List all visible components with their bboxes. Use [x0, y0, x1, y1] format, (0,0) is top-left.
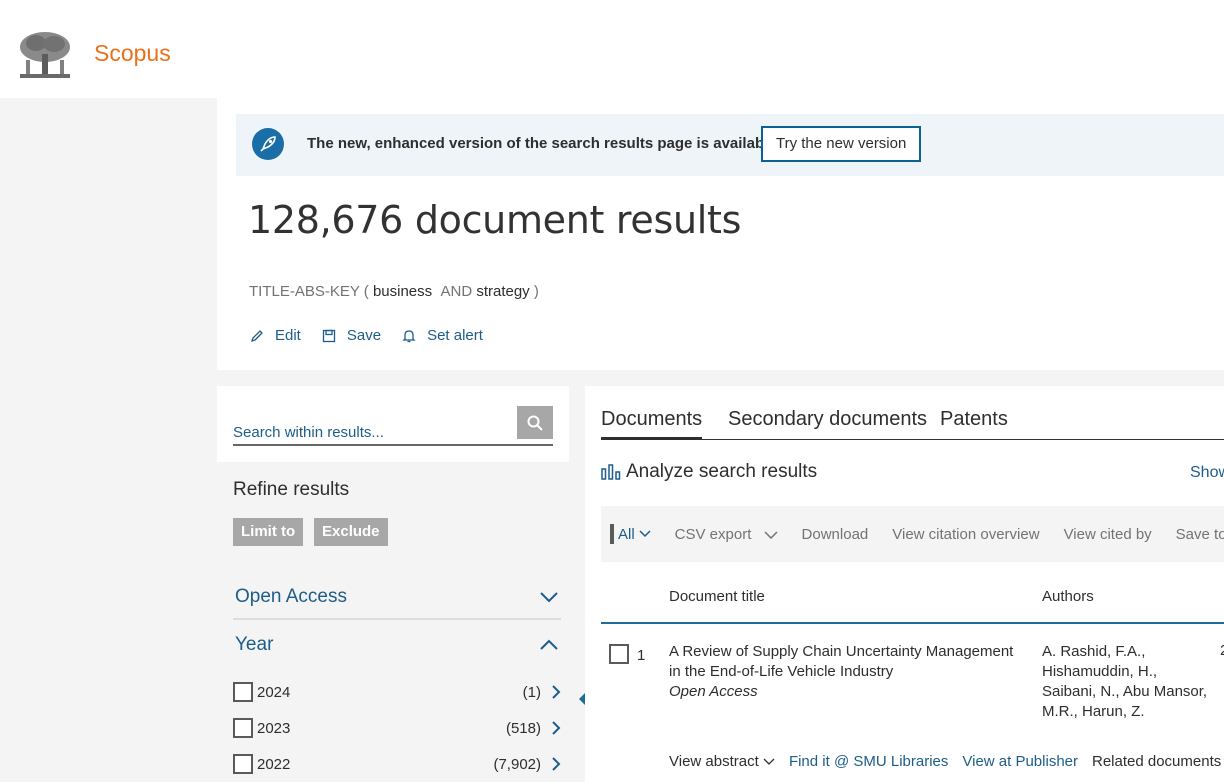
year-label: 2024 [257, 683, 291, 701]
results-toolbar: All CSV export Download View citation ov… [601, 506, 1224, 562]
column-authors[interactable]: Authors [1042, 588, 1094, 605]
pencil-icon [250, 329, 263, 342]
all-label: All [618, 525, 635, 543]
year-filter-row[interactable]: 2024 (1) [233, 680, 561, 704]
analyze-label: Analyze search results [626, 461, 818, 482]
view-at-publisher-link[interactable]: View at Publisher [962, 753, 1078, 770]
result-row-links: View abstract Find it @ SMU Libraries Vi… [669, 753, 1221, 770]
result-authors[interactable]: A. Rashid, F.A., Hishamuddin, H., Saiban… [1042, 642, 1214, 722]
related-documents-link[interactable]: Related documents [1092, 753, 1221, 770]
query-field: TITLE-ABS-KEY [249, 283, 360, 300]
chevron-down-icon [540, 592, 558, 603]
limit-to-button[interactable]: Limit to [233, 518, 304, 546]
csv-export-label: CSV export [674, 525, 752, 543]
query-term-1: business [372, 283, 433, 300]
bell-icon [402, 329, 416, 342]
view-abstract-label: View abstract [669, 753, 759, 770]
elsevier-tree-logo[interactable] [16, 30, 74, 82]
year-label: 2022 [257, 755, 291, 773]
view-cited-by-button[interactable]: View cited by [1064, 526, 1152, 543]
find-it-library-link[interactable]: Find it @ SMU Libraries [789, 753, 948, 770]
year-filter-row[interactable]: 2023 (518) [233, 716, 561, 740]
chevron-down-icon [639, 530, 651, 538]
header: Scopus [0, 0, 1224, 98]
search-within-box [217, 386, 569, 462]
facet-year[interactable]: Year [233, 624, 561, 666]
search-within-input[interactable] [233, 406, 553, 446]
facet-open-access-label: Open Access [235, 586, 347, 607]
tab-patents[interactable]: Patents [940, 408, 1008, 431]
results-panel: Documents Secondary documents Patents An… [585, 386, 1224, 782]
query-term-2: strategy [476, 283, 530, 300]
open-access-label: Open Access [669, 683, 758, 700]
result-tabs: Documents Secondary documents Patents [601, 386, 1224, 440]
view-citation-overview-button[interactable]: View citation overview [892, 526, 1039, 543]
show-link[interactable]: Show [1190, 464, 1224, 482]
year-count: (518) [505, 719, 541, 737]
save-icon [322, 329, 336, 342]
year-label: 2023 [257, 719, 291, 737]
save-search-button[interactable]: Save [321, 327, 381, 344]
set-alert-button[interactable]: Set alert [401, 327, 483, 344]
query-operator: AND [440, 283, 473, 300]
chevron-down-icon [763, 758, 775, 765]
select-all-checkbox[interactable] [610, 524, 614, 544]
year-filter-row[interactable]: 2022 (7,902) [233, 752, 561, 776]
analyze-search-results-link[interactable]: Analyze search results [601, 461, 817, 483]
filter-panel: Refine results Limit to Exclude Open Acc… [217, 386, 569, 782]
chevron-down-icon [764, 530, 778, 539]
search-within-button[interactable] [517, 406, 553, 439]
results-table-header: Document title Authors [601, 578, 1224, 624]
edit-button[interactable]: Edit [249, 327, 301, 344]
document-title-link[interactable]: A Review of Supply Chain Uncertainty Man… [669, 643, 1013, 680]
chevron-right-icon[interactable] [551, 720, 561, 736]
chevron-up-icon [540, 639, 558, 650]
view-abstract-toggle[interactable]: View abstract [669, 753, 775, 770]
refine-results-title: Refine results [233, 479, 350, 500]
csv-export-dropdown[interactable]: CSV export [675, 526, 778, 543]
year-count: (7,902) [493, 755, 541, 773]
try-new-version-button[interactable]: Try the new version [761, 126, 922, 162]
year-count: (1) [522, 683, 541, 701]
result-year-truncated: 2 [1220, 642, 1224, 659]
facet-open-access[interactable]: Open Access [233, 576, 561, 618]
set-alert-label: Set alert [427, 327, 483, 344]
banner-message: The new, enhanced version of the search … [307, 135, 781, 152]
year-checkbox[interactable] [233, 718, 253, 738]
bar-chart-icon [601, 464, 621, 480]
tab-secondary-documents[interactable]: Secondary documents [728, 408, 927, 431]
exclude-button[interactable]: Exclude [314, 518, 388, 546]
result-document-title: A Review of Supply Chain Uncertainty Man… [669, 642, 1027, 702]
tab-documents[interactable]: Documents [601, 408, 703, 440]
result-count-title: 128,676 document results [248, 198, 742, 242]
query-actions: Edit Save Set alert [249, 327, 483, 344]
save-label: Save [346, 327, 382, 344]
query-open-paren: ( [363, 283, 369, 300]
year-checkbox[interactable] [233, 682, 253, 702]
facet-divider [233, 618, 561, 620]
brand-name[interactable]: Scopus [94, 40, 171, 67]
new-version-banner: The new, enhanced version of the search … [236, 114, 1224, 176]
result-row-checkbox[interactable] [609, 644, 629, 664]
rocket-icon [252, 128, 284, 160]
edit-label: Edit [275, 327, 301, 344]
search-icon [527, 415, 543, 431]
download-button[interactable]: Download [802, 526, 869, 543]
column-document-title[interactable]: Document title [669, 588, 765, 605]
search-query: TITLE-ABS-KEY ( business AND strategy ) [249, 283, 539, 300]
year-checkbox[interactable] [233, 754, 253, 774]
query-panel: The new, enhanced version of the search … [217, 98, 1224, 370]
left-gutter [0, 98, 217, 782]
chevron-right-icon[interactable] [551, 756, 561, 772]
chevron-right-icon[interactable] [551, 684, 561, 700]
result-row-number: 1 [637, 647, 646, 664]
query-close-paren: ) [533, 283, 539, 300]
facet-year-label: Year [235, 634, 274, 655]
save-to-list-button[interactable]: Save to [1176, 526, 1224, 543]
select-all-dropdown[interactable]: All [618, 526, 651, 543]
